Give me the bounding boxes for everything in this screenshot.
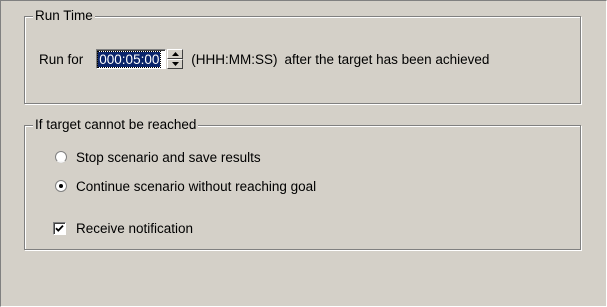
run-for-label: Run for	[39, 51, 84, 67]
stop-scenario-label: Stop scenario and save results	[76, 149, 261, 165]
continue-scenario-radio[interactable]	[55, 180, 67, 192]
after-target-label: after the target has been achieved	[284, 51, 490, 67]
target-not-reached-group: If target cannot be reached Stop scenari…	[24, 117, 581, 250]
run-duration-value: 000:05:00	[97, 50, 162, 68]
checkmark-icon	[55, 224, 64, 232]
receive-notification-checkbox[interactable]	[53, 221, 66, 235]
spin-up-button[interactable]	[167, 49, 184, 59]
run-for-row: Run for 000:05:00 (HHH:MM:SS) after the …	[39, 49, 489, 69]
run-duration-spinner[interactable]	[167, 49, 184, 69]
stop-scenario-option[interactable]: Stop scenario and save results	[55, 147, 261, 167]
continue-scenario-option[interactable]: Continue scenario without reaching goal	[55, 176, 316, 196]
arrow-down-icon	[171, 62, 179, 66]
radio-selected-icon	[55, 180, 67, 192]
continue-scenario-label: Continue scenario without reaching goal	[76, 178, 317, 194]
run-duration-input[interactable]: 000:05:00	[96, 49, 167, 69]
stop-scenario-radio[interactable]	[55, 151, 67, 163]
run-time-group: Run Time Run for 000:05:00 (HHH:MM:SS) a…	[24, 8, 581, 104]
receive-notification-option[interactable]: Receive notification	[53, 218, 193, 238]
spin-down-button[interactable]	[167, 59, 184, 69]
receive-notification-label: Receive notification	[76, 220, 194, 236]
duration-units-label: (HHH:MM:SS)	[191, 51, 278, 67]
target-not-reached-group-title: If target cannot be reached	[33, 117, 199, 133]
run-time-group-title: Run Time	[33, 8, 95, 24]
arrow-up-icon	[171, 52, 179, 56]
radio-unselected-icon	[55, 151, 67, 163]
